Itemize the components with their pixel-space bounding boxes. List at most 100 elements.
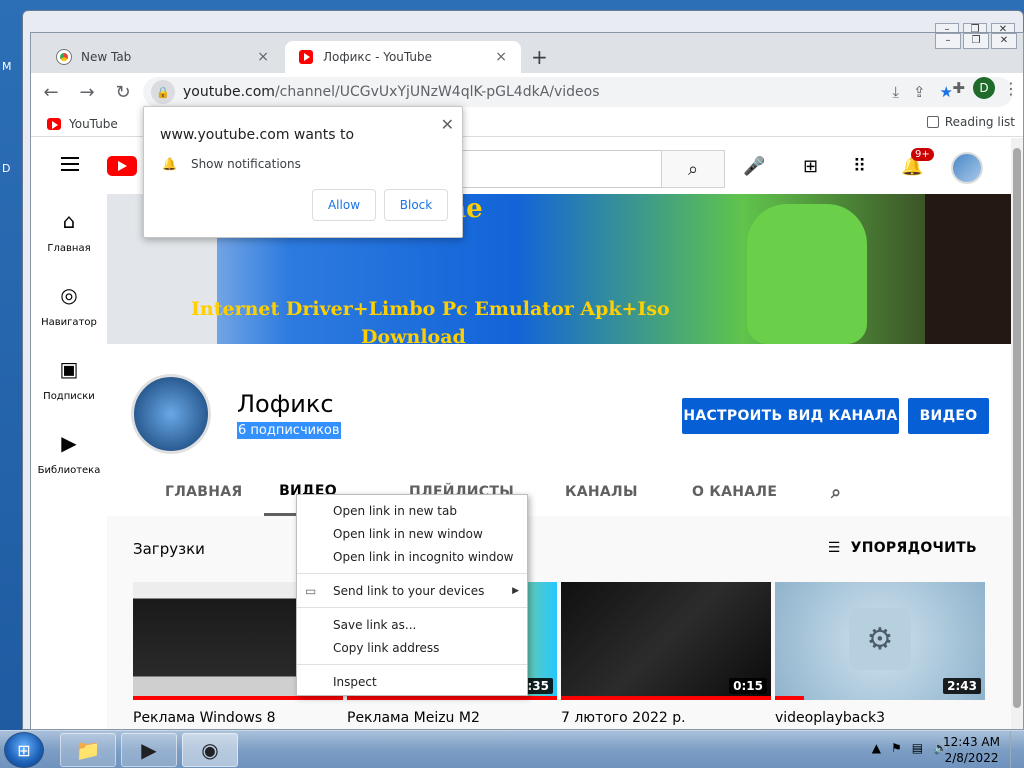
apps-grid-icon[interactable]: ⠿: [853, 156, 866, 177]
close-icon[interactable]: ×: [257, 49, 269, 65]
reading-list-icon: [926, 116, 939, 128]
hamburger-menu-icon[interactable]: [61, 157, 79, 171]
show-desktop-button[interactable]: [1010, 731, 1024, 768]
bookmark-label: YouTube: [69, 116, 118, 131]
profile-avatar[interactable]: D: [973, 77, 995, 99]
bookmark-youtube[interactable]: YouTube: [47, 117, 118, 131]
tab-title: Лофикс - YouTube: [323, 50, 433, 64]
close-icon[interactable]: ✕: [441, 115, 454, 134]
address-bar[interactable]: 🔒 youtube.com/channel/UCGvUxYjUNzW4qlK-p…: [143, 77, 1013, 107]
tab-about[interactable]: О КАНАЛЕ: [692, 468, 777, 516]
watch-progress: [775, 696, 805, 700]
taskbar-media-player[interactable]: ▶: [121, 733, 177, 767]
menu-item-send-to-devices[interactable]: ▭ Send link to your devices ▶: [297, 579, 527, 602]
youtube-icon: [47, 117, 61, 130]
puzzle-icon[interactable]: ✚: [952, 79, 965, 97]
menu-item-open-new-tab[interactable]: Open link in new tab: [297, 499, 527, 522]
clock-time: 12:43 AM: [943, 735, 1000, 749]
microphone-icon[interactable]: 🎤: [743, 156, 765, 177]
reload-button[interactable]: ↻: [107, 76, 139, 108]
channel-search-icon[interactable]: ⌕: [831, 468, 841, 516]
clock[interactable]: 12:43 AM 2/8/2022: [943, 734, 1000, 766]
video-title[interactable]: 7 лютого 2022 р.: [561, 710, 771, 726]
scrollbar-thumb[interactable]: [1013, 148, 1021, 708]
video-thumbnail[interactable]: ⚙ 2:43: [775, 582, 985, 700]
search-input[interactable]: [461, 150, 661, 188]
url-host: youtube.com: [183, 84, 275, 100]
extension-area: ✚ D ⋮: [952, 77, 1019, 99]
minimize-button[interactable]: –: [935, 33, 961, 49]
video-title[interactable]: videoplayback3: [775, 710, 985, 726]
watch-progress: [347, 696, 557, 700]
start-button[interactable]: ⊞: [4, 732, 44, 768]
close-icon[interactable]: ×: [495, 49, 507, 65]
video-title[interactable]: Реклама Meizu M2: [347, 710, 557, 726]
close-button[interactable]: ✕: [991, 33, 1017, 49]
search-button[interactable]: ⌕: [661, 150, 725, 188]
tab-new-tab[interactable]: New Tab ×: [43, 41, 283, 73]
sidebar-item-home[interactable]: ⌂ Главная: [31, 194, 107, 268]
android-mascot-image: [747, 204, 867, 344]
account-avatar[interactable]: [951, 152, 983, 184]
menu-divider: [297, 607, 527, 608]
menu-item-open-new-window[interactable]: Open link in new window: [297, 522, 527, 545]
popup-title: www.youtube.com wants to: [160, 127, 355, 143]
tab-title: New Tab: [81, 50, 132, 64]
arrow-right-icon: →: [79, 81, 95, 103]
menu-item-save-link[interactable]: Save link as...: [297, 613, 527, 636]
menu-item-open-incognito[interactable]: Open link in incognito window: [297, 545, 527, 568]
video-card[interactable]: ⚙ 2:43 videoplayback3: [775, 582, 985, 726]
video-thumbnail[interactable]: 0:15: [561, 582, 771, 700]
sidebar-item-label: Навигатор: [41, 316, 97, 328]
video-title[interactable]: Реклама Windows 8: [133, 710, 343, 726]
sidebar-item-explore[interactable]: ◎ Навигатор: [31, 268, 107, 342]
menu-divider: [297, 573, 527, 574]
sidebar-item-library[interactable]: ▶ Библиотека: [31, 416, 107, 490]
url-path: /channel/UCGvUxYjUNzW4qlK-pGL4dkA/videos: [274, 84, 600, 100]
url-text[interactable]: youtube.com/channel/UCGvUxYjUNzW4qlK-pGL…: [183, 84, 600, 100]
restore-button[interactable]: ❐: [963, 33, 989, 49]
install-icon[interactable]: ⤓: [892, 83, 899, 101]
create-video-icon[interactable]: ⊞: [803, 156, 818, 177]
notification-permission-popup: www.youtube.com wants to ✕ 🔔 Show notifi…: [143, 106, 463, 238]
back-button[interactable]: ←: [35, 76, 67, 108]
channel-avatar[interactable]: [131, 374, 211, 454]
arrow-left-icon: ←: [43, 81, 59, 103]
youtube-sidebar: ⌂ Главная ◎ Навигатор ▣ Подписки ▶ Библи…: [31, 194, 107, 490]
share-icon[interactable]: ⇪: [913, 83, 926, 101]
banner-text: Download: [361, 326, 466, 344]
sidebar-item-subscriptions[interactable]: ▣ Подписки: [31, 342, 107, 416]
youtube-logo[interactable]: [107, 156, 137, 176]
permission-label: Show notifications: [190, 157, 301, 171]
video-duration: 2:43: [943, 678, 981, 694]
banner-text: Internet Driver+Limbo Pc Emulator Apk+Is…: [191, 298, 670, 320]
show-hidden-icons[interactable]: ▲: [872, 741, 881, 755]
new-tab-button[interactable]: +: [531, 45, 548, 69]
block-button[interactable]: Block: [384, 189, 448, 221]
allow-button[interactable]: Allow: [312, 189, 376, 221]
page-scrollbar[interactable]: [1011, 138, 1023, 729]
menu-item-inspect[interactable]: Inspect: [297, 670, 527, 693]
customize-channel-button[interactable]: НАСТРОИТЬ ВИД КАНАЛА: [682, 398, 899, 434]
forward-button[interactable]: →: [71, 76, 103, 108]
menu-item-copy-link[interactable]: Copy link address: [297, 636, 527, 659]
action-center-icon[interactable]: ⚑: [891, 741, 902, 755]
tab-channels[interactable]: КАНАЛЫ: [565, 468, 638, 516]
sidebar-item-label: Подписки: [43, 390, 95, 402]
network-icon[interactable]: ▤: [912, 741, 923, 755]
reading-list-button[interactable]: Reading list: [926, 115, 1015, 129]
menu-kebab-icon[interactable]: ⋮: [1003, 79, 1019, 98]
reload-icon: ↻: [115, 81, 131, 103]
manage-videos-button[interactable]: ВИДЕО: [908, 398, 989, 434]
tab-youtube[interactable]: Лофикс - YouTube ×: [285, 41, 521, 73]
taskbar-chrome[interactable]: ◉: [182, 733, 238, 767]
sort-button[interactable]: ☰ УПОРЯДОЧИТЬ: [828, 540, 977, 556]
menu-divider: [297, 664, 527, 665]
bookmark-star-icon[interactable]: ★: [940, 83, 953, 101]
tab-home[interactable]: ГЛАВНАЯ: [165, 468, 243, 516]
chrome-icon: [56, 49, 72, 65]
chrome-icon: ◉: [201, 738, 219, 762]
taskbar-explorer[interactable]: 📁: [60, 733, 116, 767]
video-card[interactable]: 0:15 7 лютого 2022 р.: [561, 582, 771, 726]
lock-icon[interactable]: 🔒: [151, 80, 175, 104]
